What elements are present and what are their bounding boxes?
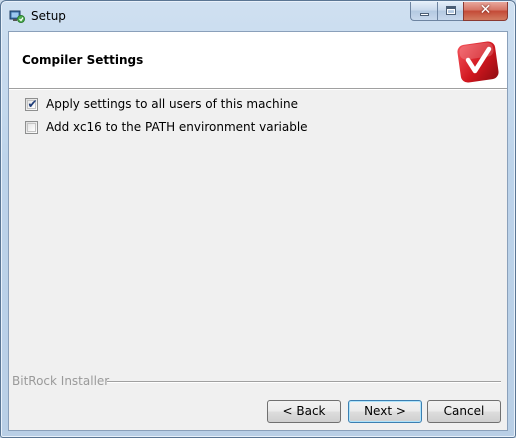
cancel-button[interactable]: Cancel: [427, 400, 501, 423]
minimize-icon: [420, 13, 429, 16]
add-to-path-label: Add xc16 to the PATH environment variabl…: [46, 120, 308, 134]
setup-app-icon[interactable]: [9, 8, 25, 24]
maximize-button[interactable]: [437, 2, 463, 21]
installer-brand-label: BitRock Installer: [12, 374, 110, 388]
setup-window: Setup ✕ Compiler Settings ✔ Apply settin…: [0, 0, 516, 438]
apply-all-users-checkbox[interactable]: ✔: [25, 96, 38, 111]
minimize-button[interactable]: [410, 2, 437, 21]
option-add-to-path[interactable]: Add xc16 to the PATH environment variabl…: [25, 119, 308, 135]
title-bar[interactable]: Setup ✕: [1, 1, 515, 31]
header-divider: [9, 89, 507, 90]
close-icon: ✕: [479, 2, 492, 18]
caption-buttons: ✕: [410, 2, 508, 21]
apply-all-users-label: Apply settings to all users of this mach…: [46, 97, 298, 111]
back-button[interactable]: < Back: [267, 400, 341, 423]
installer-page: Compiler Settings ✔ Apply settings to al…: [8, 31, 508, 431]
installer-brand-logo: [457, 41, 499, 83]
maximize-icon: [446, 6, 456, 15]
close-button[interactable]: ✕: [463, 2, 508, 21]
next-button[interactable]: Next >: [348, 400, 422, 423]
option-apply-all-users[interactable]: ✔ Apply settings to all users of this ma…: [25, 96, 298, 112]
page-title: Compiler Settings: [22, 53, 144, 67]
add-to-path-checkbox[interactable]: [25, 120, 38, 134]
footer-divider: [107, 381, 501, 383]
checkbox-inner: [27, 122, 36, 132]
checkmark-icon: ✔: [27, 96, 38, 111]
window-title: Setup: [31, 9, 66, 23]
page-header: Compiler Settings: [9, 32, 507, 89]
